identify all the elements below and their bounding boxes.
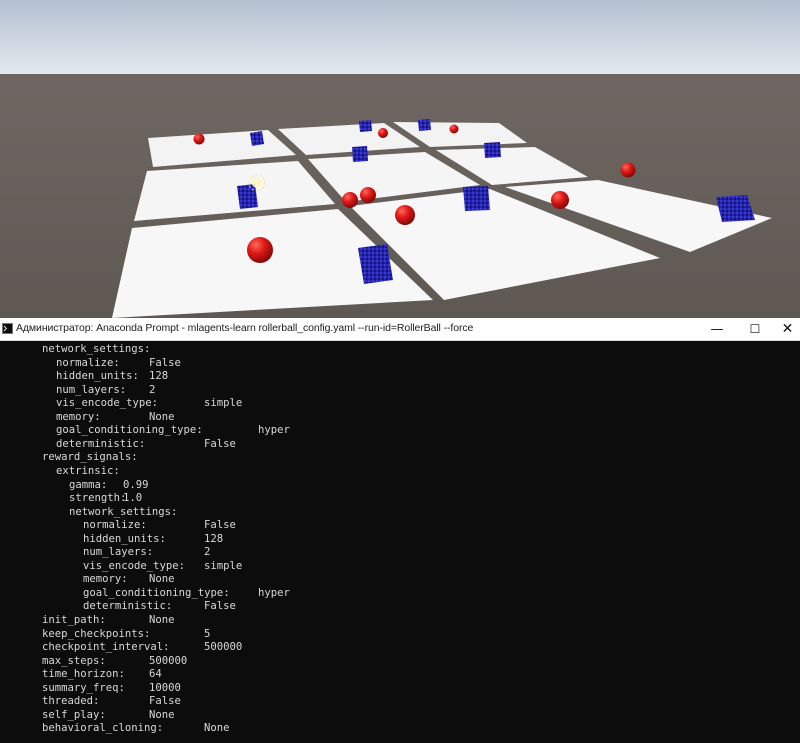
console-line-key: summary_freq: <box>42 681 125 694</box>
minimize-button[interactable]: — <box>699 318 735 340</box>
window-title: Администратор: Anaconda Prompt - mlagent… <box>16 322 474 334</box>
console-line-key: goal_conditioning_type: <box>83 586 230 599</box>
cube <box>484 142 501 158</box>
title-bar[interactable]: Администратор: Anaconda Prompt - mlagent… <box>0 318 800 341</box>
console-line-value: False <box>204 519 236 532</box>
console-line-value: None <box>149 614 175 626</box>
ball <box>247 237 273 263</box>
close-button[interactable]: ✕ <box>775 318 800 340</box>
console-line-value: simple <box>204 397 243 410</box>
console-line-value: 10000 <box>149 681 181 694</box>
console-line-key: deterministic: <box>83 600 173 613</box>
console-window: Администратор: Anaconda Prompt - mlagent… <box>0 318 800 743</box>
console-line-key: memory: <box>83 573 128 586</box>
console-line-key: goal_conditioning_type: <box>56 424 203 437</box>
console-line-value: simple <box>204 559 243 572</box>
console-line-key: time_horizon: <box>42 668 125 681</box>
console-line-key: vis_encode_type: <box>56 397 159 410</box>
ball <box>193 133 205 145</box>
console-line-key: hidden_units: <box>83 532 166 545</box>
console-line-value: False <box>149 356 181 369</box>
console-line-value: 128 <box>149 370 169 383</box>
maximize-button[interactable]: ☐ <box>737 318 773 340</box>
console-line-key: num_layers: <box>56 383 127 396</box>
console-line-value: 1.0 <box>123 492 143 505</box>
console-line-value: 128 <box>204 532 224 545</box>
console-line-key: max_steps: <box>42 654 106 667</box>
console-line-key: behavioral_cloning: <box>42 722 164 735</box>
console-line-key: deterministic: <box>56 437 146 450</box>
ball <box>620 162 636 178</box>
cube <box>463 186 490 211</box>
console-line-value: 2 <box>204 546 211 559</box>
console-line-key: reward_signals: <box>42 451 138 464</box>
maximize-icon: ☐ <box>749 322 761 336</box>
sky <box>0 0 800 76</box>
cube <box>352 146 368 162</box>
console-line-key: extrinsic: <box>56 464 120 477</box>
console-line-key: gamma: <box>69 478 108 491</box>
console-line-key: checkpoint_interval: <box>42 641 170 654</box>
terminal-icon <box>2 323 13 334</box>
cube <box>358 244 393 284</box>
console-line-value: False <box>149 695 181 708</box>
console-line-key: vis_encode_type: <box>83 559 186 572</box>
console-line-key: init_path: <box>42 614 106 626</box>
ball <box>551 191 569 209</box>
console-line-key: self_play: <box>42 708 106 721</box>
console-line-value: 2 <box>149 383 156 396</box>
console-line-value: None <box>149 573 175 586</box>
console-line-value: 0.99 <box>123 478 149 491</box>
console-line-value: hyper <box>258 586 290 599</box>
console-line-key: strength: <box>69 492 127 505</box>
console-line-value: 64 <box>149 668 162 681</box>
console-line-key: network_settings: <box>42 343 151 355</box>
console-line-value: False <box>204 437 236 450</box>
console-line-value: None <box>149 708 175 721</box>
cube <box>250 131 264 146</box>
console-line-value: 5 <box>204 627 211 640</box>
console-line-key: network_settings: <box>69 505 178 518</box>
console-line-value: hyper <box>258 424 290 437</box>
cube <box>418 119 431 131</box>
console-line-key: normalize: <box>56 356 120 369</box>
ball <box>360 187 376 203</box>
cube <box>237 184 258 209</box>
console-line-key: hidden_units: <box>56 370 139 383</box>
ball <box>342 192 358 208</box>
console-line-key: keep_checkpoints: <box>42 627 151 640</box>
game-viewport <box>0 0 800 320</box>
console-line-value: False <box>204 600 236 613</box>
console-line-value: 500000 <box>149 654 188 667</box>
console-output[interactable]: network_settings: normalize: False hidden_u… <box>0 343 800 743</box>
ball <box>378 128 388 138</box>
console-line-key: threaded: <box>42 695 100 708</box>
minimize-icon: — <box>710 321 724 337</box>
console-line-key: memory: <box>56 410 101 423</box>
close-icon: ✕ <box>781 321 794 337</box>
cube <box>359 120 372 132</box>
console-line-key: normalize: <box>83 519 147 532</box>
ball <box>449 124 459 134</box>
console-line-value: 500000 <box>204 641 243 654</box>
console-line-value: None <box>204 722 230 735</box>
console-line-value: None <box>149 410 175 423</box>
console-line-key: num_layers: <box>83 546 154 559</box>
ball <box>395 205 415 225</box>
